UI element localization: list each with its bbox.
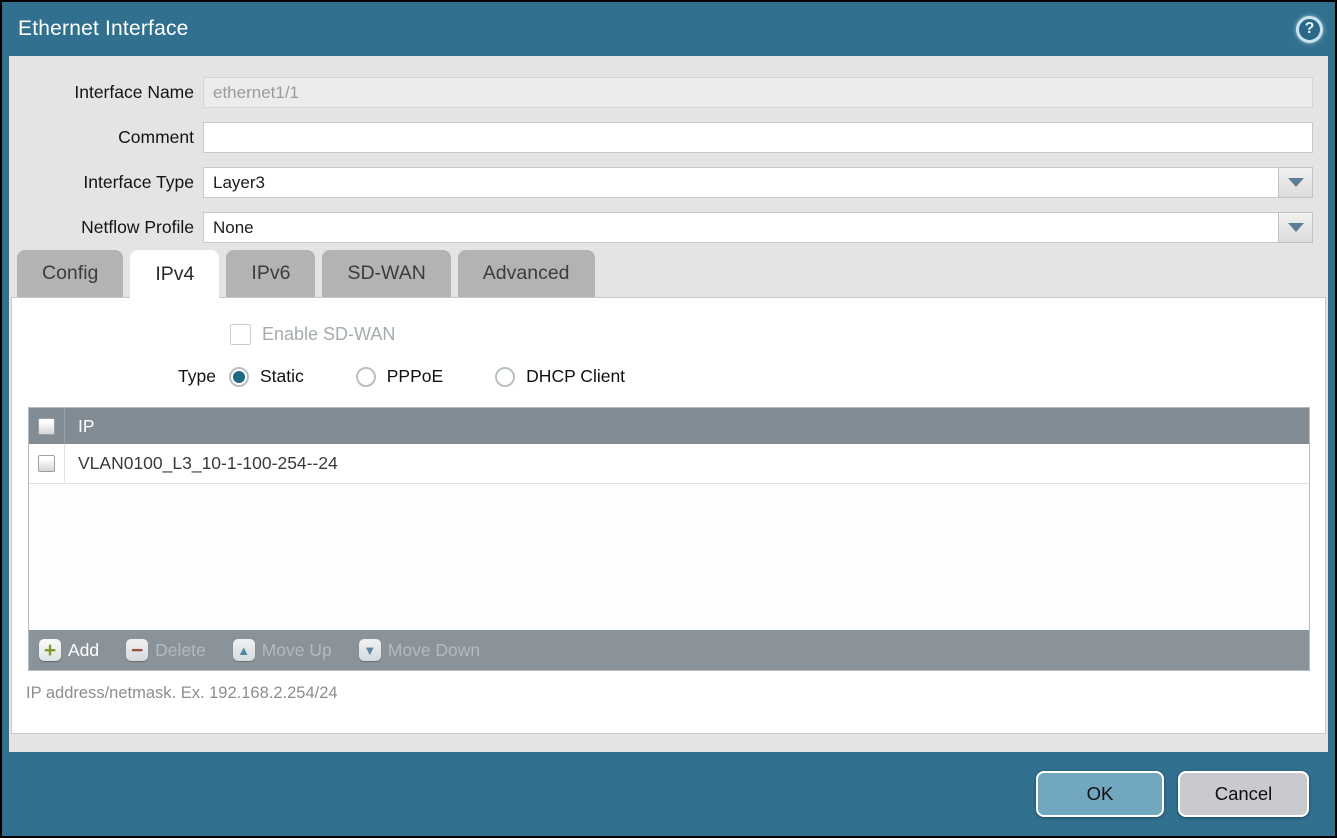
radio-dhcp-client-label: DHCP Client (526, 366, 625, 387)
ip-table-header: IP (29, 408, 1309, 444)
minus-icon: − (126, 639, 148, 661)
comment-label: Comment (9, 127, 203, 148)
netflow-profile-row: Netflow Profile (9, 205, 1328, 250)
chevron-down-icon (1288, 178, 1304, 187)
enable-sdwan-label: Enable SD-WAN (262, 324, 395, 345)
interface-type-row: Interface Type (9, 160, 1328, 205)
move-up-button[interactable]: ▲ Move Up (233, 639, 332, 661)
ipv4-tab-panel: Enable SD-WAN Type Static PPPoE DHCP Cli… (11, 297, 1326, 734)
enable-sdwan-checkbox[interactable] (230, 324, 251, 345)
enable-sdwan-row: Enable SD-WAN (230, 324, 1325, 345)
interface-name-label: Interface Name (9, 82, 203, 103)
tab-ipv4[interactable]: IPv4 (130, 250, 219, 298)
ip-address-table: IP VLAN0100_L3_10-1-100-254--24 + Add (28, 407, 1310, 671)
move-down-button[interactable]: ▼ Move Down (359, 639, 480, 661)
ip-format-hint: IP address/netmask. Ex. 192.168.2.254/24 (26, 684, 1325, 703)
interface-type-label: Interface Type (9, 172, 203, 193)
radio-option-dhcp-client[interactable]: DHCP Client (495, 366, 625, 387)
move-down-button-label: Move Down (388, 640, 480, 661)
interface-type-field[interactable] (203, 167, 1278, 198)
interface-name-field (203, 77, 1313, 108)
radio-dhcp-client[interactable] (495, 367, 515, 387)
row-checkbox[interactable] (38, 455, 55, 472)
chevron-down-icon (1288, 223, 1304, 232)
tab-ipv6[interactable]: IPv6 (226, 250, 315, 297)
tab-advanced[interactable]: Advanced (458, 250, 595, 297)
radio-pppoe-label: PPPoE (387, 366, 443, 387)
interface-name-row: Interface Name (9, 70, 1328, 115)
radio-static-label: Static (260, 366, 304, 387)
table-empty-area (29, 484, 1309, 630)
ethernet-interface-dialog: Ethernet Interface ? Interface Name Comm… (2, 2, 1335, 836)
delete-button[interactable]: − Delete (126, 639, 206, 661)
add-button[interactable]: + Add (39, 639, 99, 661)
radio-pppoe[interactable] (356, 367, 376, 387)
title-bar: Ethernet Interface ? (2, 2, 1335, 56)
cancel-button[interactable]: Cancel (1178, 771, 1309, 817)
move-up-button-label: Move Up (262, 640, 332, 661)
type-label: Type (178, 366, 216, 387)
add-button-label: Add (68, 640, 99, 661)
dialog-footer: OK Cancel (2, 752, 1335, 836)
tab-config[interactable]: Config (17, 250, 123, 297)
delete-button-label: Delete (155, 640, 206, 661)
radio-option-pppoe[interactable]: PPPoE (356, 366, 443, 387)
ok-button[interactable]: OK (1036, 771, 1164, 817)
comment-field[interactable] (203, 122, 1313, 153)
table-toolbar: + Add − Delete ▲ Move Up ▼ Move Down (29, 630, 1309, 670)
netflow-profile-field[interactable] (203, 212, 1278, 243)
netflow-profile-label: Netflow Profile (9, 217, 203, 238)
select-all-checkbox[interactable] (38, 418, 55, 435)
type-row: Type Static PPPoE DHCP Client (178, 366, 1325, 387)
arrow-down-icon: ▼ (359, 639, 381, 661)
arrow-up-icon: ▲ (233, 639, 255, 661)
netflow-profile-dropdown-button[interactable] (1278, 212, 1313, 243)
table-row[interactable]: VLAN0100_L3_10-1-100-254--24 (29, 444, 1309, 484)
radio-static[interactable] (229, 367, 249, 387)
plus-icon: + (39, 639, 61, 661)
row-checkbox-cell (29, 444, 65, 483)
interface-type-dropdown-button[interactable] (1278, 167, 1313, 198)
dialog-body: Interface Name Comment Interface Type (9, 56, 1328, 752)
ip-column-header: IP (65, 416, 95, 437)
dialog-title: Ethernet Interface (18, 17, 189, 41)
tab-strip: Config IPv4 IPv6 SD-WAN Advanced (9, 250, 1328, 297)
comment-row: Comment (9, 115, 1328, 160)
tab-sdwan[interactable]: SD-WAN (322, 250, 450, 297)
radio-option-static[interactable]: Static (229, 366, 304, 387)
help-icon[interactable]: ? (1296, 16, 1323, 43)
header-checkbox-cell (29, 408, 65, 444)
ip-cell-value: VLAN0100_L3_10-1-100-254--24 (65, 453, 338, 474)
